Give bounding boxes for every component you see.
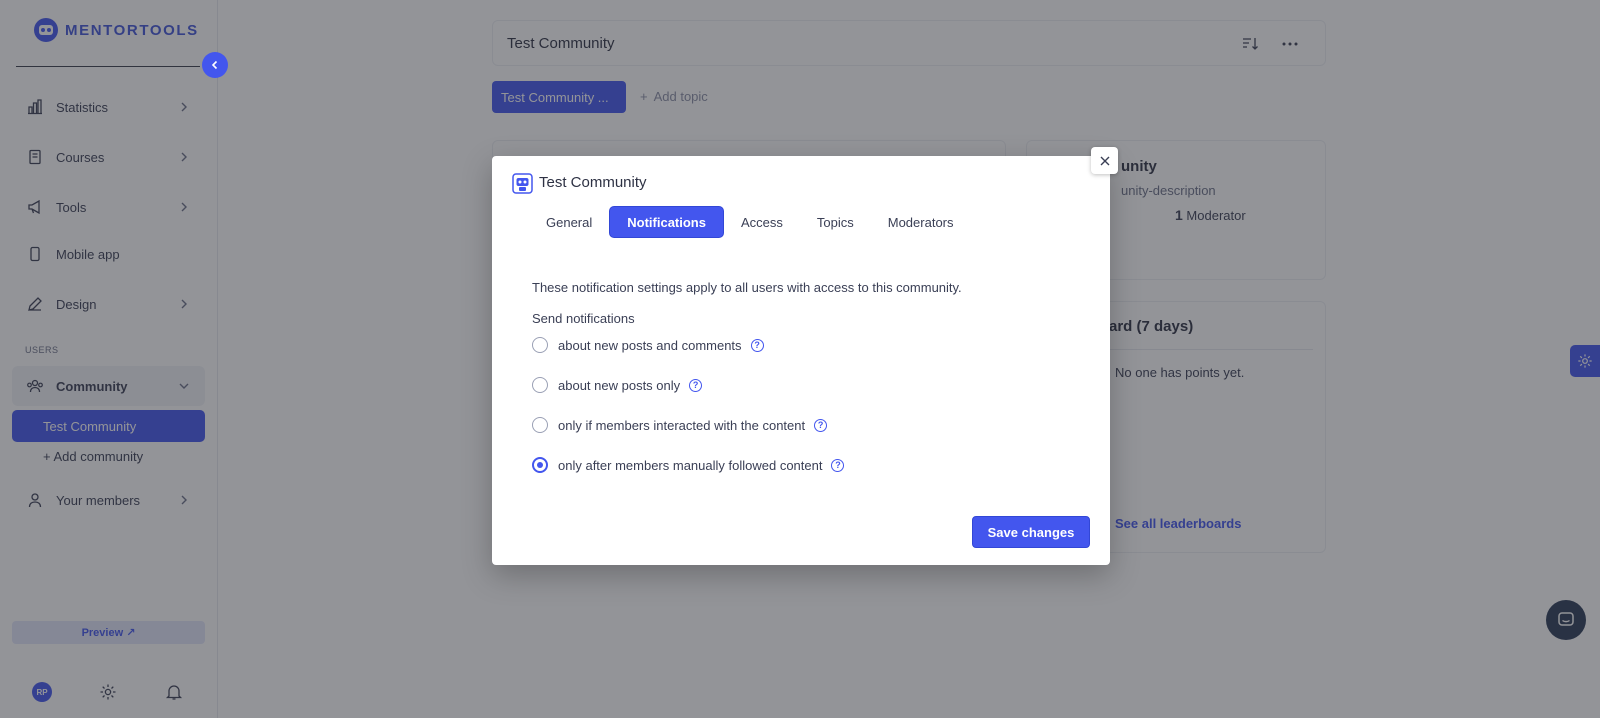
collapse-sidebar-button[interactable] — [202, 52, 228, 78]
save-changes-button[interactable]: Save changes — [972, 516, 1090, 548]
notification-option-posts-and-comments[interactable]: about new posts and comments ? — [532, 335, 764, 355]
close-icon — [1100, 156, 1109, 165]
option-label: about new posts and comments — [558, 337, 742, 353]
chevron-left-icon — [211, 60, 218, 70]
help-icon[interactable]: ? — [750, 338, 764, 352]
tab-topics[interactable]: Topics — [800, 206, 871, 238]
option-label: about new posts only — [558, 377, 681, 393]
tab-notifications[interactable]: Notifications — [609, 206, 724, 238]
radio-button[interactable] — [532, 417, 548, 433]
notification-option-interacted[interactable]: only if members interacted with the cont… — [532, 415, 828, 435]
notifications-intro-text: These notification settings apply to all… — [532, 280, 962, 295]
robot-logo-icon — [512, 173, 533, 194]
radio-button[interactable] — [532, 377, 548, 393]
help-icon[interactable]: ? — [689, 378, 703, 392]
help-icon[interactable]: ? — [831, 458, 845, 472]
option-label: only if members interacted with the cont… — [558, 417, 806, 433]
tab-general[interactable]: General — [529, 206, 609, 238]
close-modal-button[interactable] — [1091, 147, 1118, 174]
notification-option-followed[interactable]: only after members manually followed con… — [532, 455, 845, 475]
radio-button-selected[interactable] — [532, 457, 548, 473]
tab-access[interactable]: Access — [724, 206, 800, 238]
notification-option-posts-only[interactable]: about new posts only ? — [532, 375, 703, 395]
modal-tabs: General Notifications Access Topics Mode… — [529, 206, 971, 238]
radio-button[interactable] — [532, 337, 548, 353]
community-settings-modal: Test Community General Notifications Acc… — [492, 156, 1110, 565]
help-icon[interactable]: ? — [814, 418, 828, 432]
modal-title: Test Community — [539, 174, 647, 191]
send-notifications-label: Send notifications — [532, 311, 635, 326]
tab-moderators[interactable]: Moderators — [871, 206, 971, 238]
option-label: only after members manually followed con… — [558, 457, 823, 473]
